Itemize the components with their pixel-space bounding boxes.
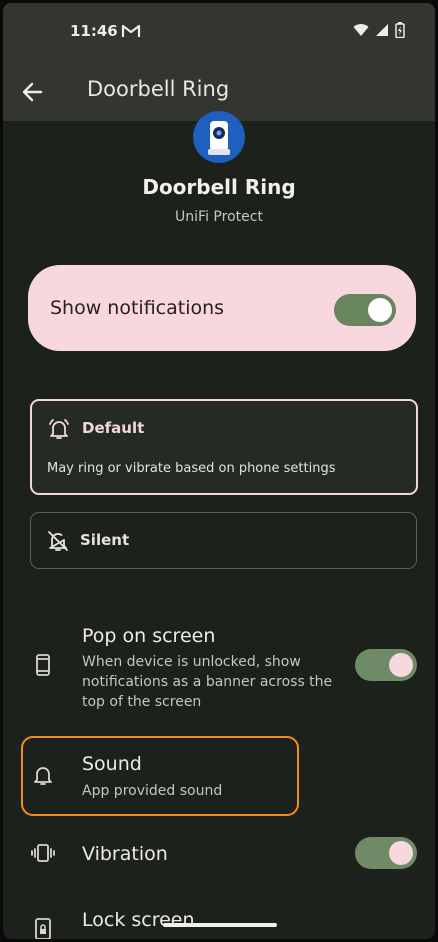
lock-phone-icon [35, 918, 51, 939]
gmail-icon [121, 24, 141, 37]
silent-option-label: Silent [80, 531, 130, 549]
show-notifications-label: Show notifications [50, 297, 225, 319]
app-name: UniFi Protect [175, 209, 263, 225]
vibration-icon [31, 844, 55, 862]
lock-screen-title: Lock screen [82, 909, 195, 931]
signal-icon [376, 24, 388, 36]
toggle-knob [368, 298, 392, 322]
bell-off-icon [48, 531, 68, 551]
vibration-title: Vibration [82, 843, 168, 865]
toggle-knob [389, 841, 413, 865]
wifi-icon [353, 24, 369, 36]
default-option[interactable]: Default May ring or vibrate based on pho… [30, 399, 418, 495]
status-time: 11:46 [70, 22, 118, 40]
pop-on-screen-description: When device is unlocked, show notificati… [82, 654, 333, 710]
show-notifications-card[interactable]: Show notifications [28, 265, 416, 351]
default-option-description: May ring or vibrate based on phone setti… [47, 461, 336, 476]
vibration-toggle[interactable] [355, 837, 417, 869]
app-icon [193, 111, 245, 163]
channel-title: Doorbell Ring [142, 175, 296, 199]
gesture-nav-handle[interactable] [163, 923, 277, 927]
pop-on-screen-toggle[interactable] [355, 649, 417, 681]
battery-icon [395, 22, 405, 38]
show-notifications-toggle[interactable] [334, 294, 396, 326]
phone-icon [36, 654, 50, 676]
arrow-left-icon [22, 82, 43, 102]
default-option-label: Default [82, 419, 145, 437]
status-icons [353, 22, 405, 38]
camera-icon [208, 121, 230, 155]
back-button[interactable] [17, 77, 47, 107]
bell-ringing-icon [49, 419, 69, 439]
screen: 11:46 Doorbell Ring Doorbell Ring UniFi … [3, 3, 435, 939]
pop-on-screen-title: Pop on screen [82, 625, 216, 647]
sound-highlight [21, 736, 299, 816]
app-bar-title: Doorbell Ring [87, 77, 230, 101]
status-bar: 11:46 [3, 3, 435, 57]
silent-option[interactable]: Silent [30, 512, 417, 569]
toggle-knob [389, 653, 413, 677]
